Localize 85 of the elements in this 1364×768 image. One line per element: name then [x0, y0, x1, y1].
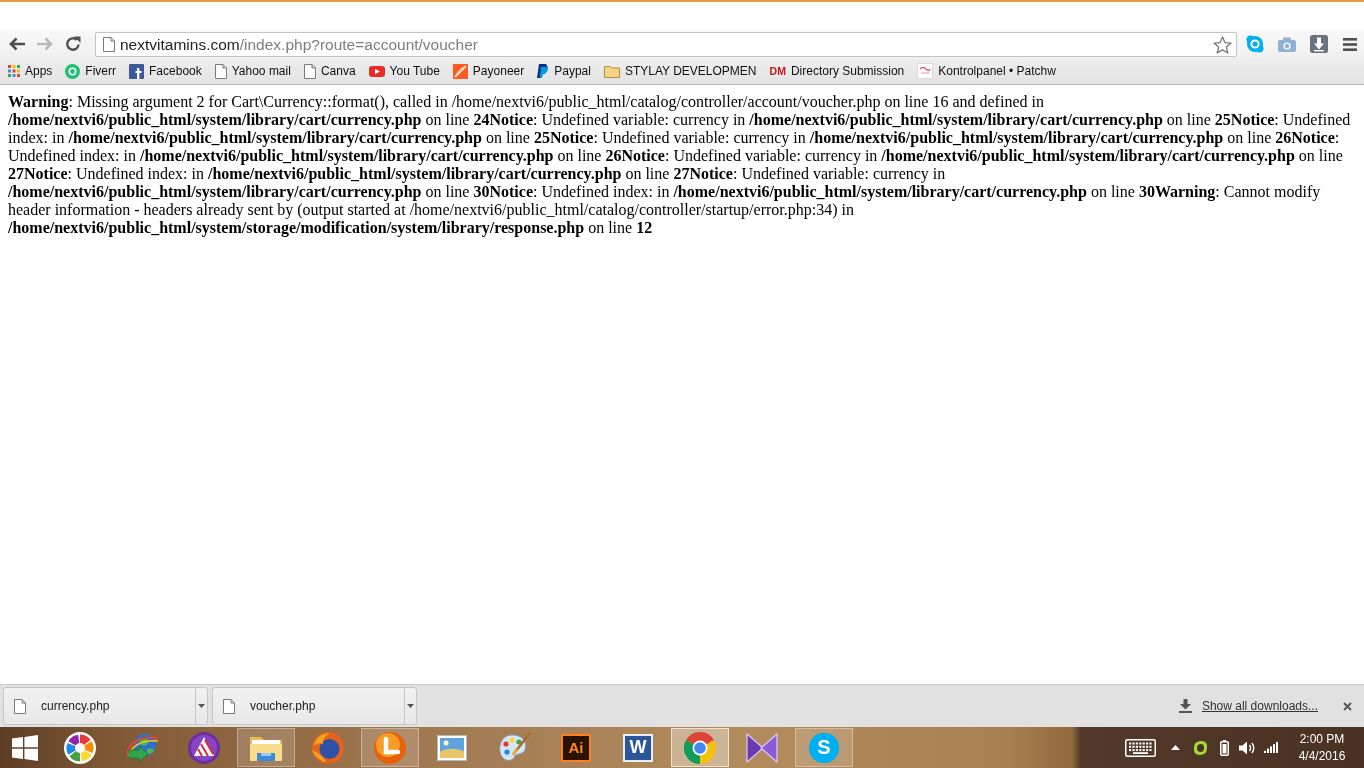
download-item[interactable]: currency.php [3, 687, 208, 725]
download-icon[interactable] [1310, 35, 1328, 53]
bookmark-item[interactable]: Apps [2, 60, 59, 82]
caret-icon [198, 704, 205, 708]
grid-icon [8, 65, 20, 77]
clock-date: 4/4/2016 [1298, 747, 1346, 765]
close-button[interactable] [1343, 701, 1352, 711]
globe-logo-icon [312, 731, 344, 764]
battery-icon[interactable] [1219, 739, 1229, 756]
url-text: nextvitamins.com/index.php?route=account/voucher [120, 35, 478, 54]
page-icon [214, 63, 227, 79]
globe-arrow-icon [125, 732, 159, 763]
bookmark-label: Apps [25, 64, 53, 78]
download-menu-button[interactable] [404, 688, 416, 724]
palette-icon [497, 731, 531, 764]
bookmark-item[interactable]: Paypal [531, 60, 597, 82]
folder-icon [603, 64, 620, 78]
keyboard-icon[interactable] [1124, 738, 1156, 757]
play-button-icon [368, 65, 385, 77]
triangle-logo-icon [188, 731, 220, 764]
bookmark-item[interactable]: Fiverr [59, 60, 123, 82]
bookmark-label: STYLAY DEVELOPMEN [624, 64, 757, 78]
show-all-downloads-link[interactable]: Show all downloads... [1201, 699, 1318, 713]
bookmark-item[interactable]: STYLAY DEVELOPMEN [597, 60, 763, 82]
taskbar-button[interactable] [361, 728, 419, 767]
bookmark-label: Paypal [554, 64, 591, 78]
circle-logo-icon [65, 63, 81, 79]
blob-logo-icon[interactable] [1246, 35, 1264, 53]
pinwheel-icon [64, 731, 96, 764]
bookmark-item[interactable]: Facebook [123, 60, 208, 82]
download-item[interactable]: voucher.php [212, 687, 417, 725]
forward-arrow-icon [37, 37, 53, 51]
square-logo-icon [129, 63, 145, 79]
slanted-logo-icon [537, 64, 550, 78]
swirl-logo-icon [374, 731, 406, 764]
bookmark-label: Payoneer [472, 64, 525, 78]
window-panes-icon [11, 734, 38, 761]
menu-icon[interactable] [1343, 37, 1357, 51]
star-icon [1213, 35, 1232, 54]
file-icon [223, 698, 235, 714]
bookmark-label: Kontrolpanel • Patchw [938, 64, 1056, 78]
taskbar-button[interactable] [237, 728, 295, 767]
bookmark-item[interactable]: Canva [297, 60, 362, 82]
ring-logo-icon [684, 731, 716, 764]
bookmark-label: Yahoo mail [231, 64, 291, 78]
bookmark-label: You Tube [389, 64, 440, 78]
up-caret-icon[interactable] [1170, 745, 1180, 750]
signal-icon[interactable] [1264, 742, 1278, 753]
caret-icon [407, 704, 414, 708]
bookmark-item[interactable]: You Tube [362, 60, 446, 82]
page-icon [103, 37, 115, 52]
letter-logo: W [623, 733, 653, 762]
download-arrow-icon [1178, 699, 1192, 713]
bookmark-label: Facebook [149, 64, 202, 78]
page-icon [303, 63, 316, 79]
letter-logo: DM [769, 64, 786, 78]
bookmark-label: Directory Submission [790, 64, 905, 78]
taskbar-button[interactable] [671, 728, 729, 767]
letter-logo: S [809, 732, 839, 763]
address-bar[interactable]: nextvitamins.com/index.php?route=account/voucher [95, 32, 1237, 57]
taskbar-button[interactable]: W [609, 728, 667, 767]
error-message: Warning: Missing argument 2 for Cart\Currency::format(), called in /home/nextvi6/public_html/catalog/controller/account/voucher.php on line 16 and defined in /home/nextvi6/public_html/system/library/cart/currency.php on line 24Notice: Undefined variable: currency in /home/nextvi6/public_html/system/library/cart/currency.php on line 25Notice: Undefined index: in /home/nextvi6/public_html/system/library/cart/currency.php on line 25Notice: Undefined variable: currency in /home/nextvi6/public_html/system/library/cart/currency.php on line 26Notice: Undefined index: in /home/nextvi6/public_html/system/library/cart/currency.php on line 26Notice: Undefined variable: currency in /home/nextvi6/public_html/system/library/cart/currency.php on line 27Notice: Undefined index: in /home/nextvi6/public_html/system/library/cart/currency.php on line 27Notice: Undefined variable: currency in /home/nextvi6/public_html/system/library/cart/currency.php on line 30Notice: Undefined index: in /home/nextvi6/public_html/system/library/cart/currency.php on line 30Warning: Cannot modify header information - headers already sent by (output started at /home/nextvi6/public_html/catalog/controller/startup/error.php:34) in /home/nextvi6/public_html/system/storage/modification/system/library/response.php on line 12 [8, 93, 1352, 237]
bookmark-item[interactable]: DM Directory Submission [763, 60, 911, 82]
picture-icon [437, 734, 467, 761]
taskbar-button[interactable]: Ai [547, 728, 605, 767]
bookmark-label: Canva [320, 64, 356, 78]
bookmark-label: Fiverr [85, 64, 117, 78]
clock-time: 2:00 PM [1299, 730, 1345, 748]
close-icon [1343, 701, 1352, 711]
file-name: currency.php [41, 699, 111, 713]
file-icon [14, 698, 26, 714]
reload-icon [65, 36, 81, 52]
bowtie-icon [746, 732, 778, 763]
bookmark-item[interactable]: Payoneer [446, 60, 531, 82]
bookmark-item[interactable]: Kontrolpanel • Patchw [911, 60, 1062, 82]
volume-icon[interactable] [1238, 740, 1256, 755]
back-arrow-icon [9, 37, 25, 51]
tile-logo-icon [452, 63, 468, 79]
bookmark-star-button[interactable] [1213, 35, 1232, 54]
download-menu-button[interactable] [195, 688, 207, 724]
file-name: voucher.php [250, 699, 317, 713]
leaf-icon[interactable] [1191, 739, 1209, 756]
letter-logo: Ai [561, 733, 591, 762]
bookmark-item[interactable]: Yahoo mail [208, 60, 297, 82]
thumbnail-icon [917, 63, 934, 79]
